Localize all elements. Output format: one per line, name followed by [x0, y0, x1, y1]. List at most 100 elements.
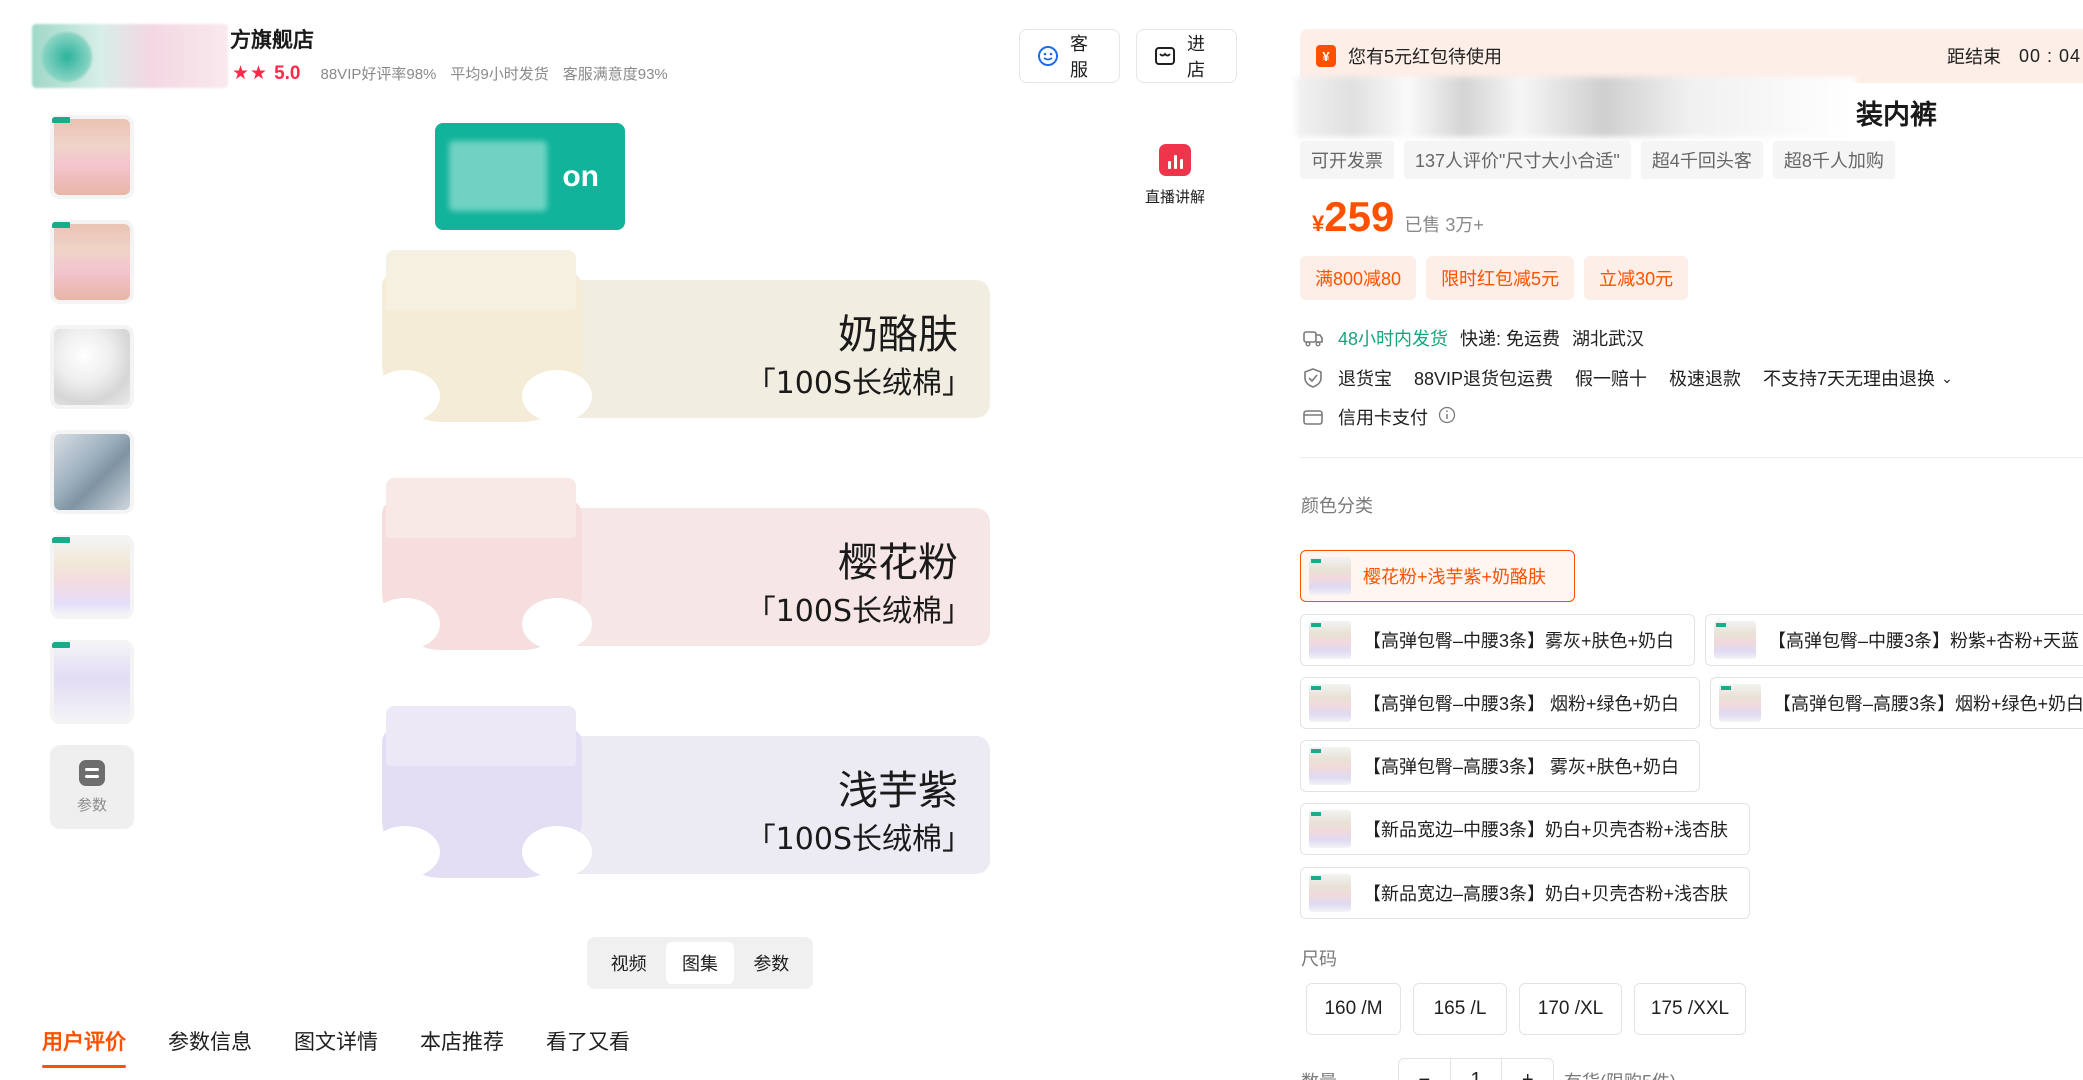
garment-image: [370, 706, 600, 896]
coupon-text: 您有5元红包待使用: [1348, 47, 1503, 67]
thumbnail-5[interactable]: [50, 535, 134, 619]
credit-card-payment: 信用卡支付: [1338, 408, 1428, 428]
promo-red-packet[interactable]: 限时红包减5元: [1426, 256, 1575, 300]
quantity-decrease-button[interactable]: −: [1399, 1059, 1451, 1080]
product-highlight-pills: 可开发票 137人评价"尺寸大小合适" 超4千回头客 超8千人加购: [1300, 141, 1895, 179]
thumbnail-1[interactable]: [50, 115, 134, 199]
variant-material: 「100S长绒棉」: [745, 594, 972, 629]
shop-rating-row: ★★ 5.0 88VIP好评率98% 平均9小时发货 客服满意度93%: [232, 62, 682, 85]
customer-service-button[interactable]: 客服: [1019, 29, 1120, 83]
tab-store-recommend[interactable]: 本店推荐: [420, 1026, 504, 1068]
truck-icon: [1302, 327, 1324, 349]
shipping-row: 48小时内发货 快递: 免运费 湖北武汉: [1302, 325, 1666, 351]
variant-material: 「100S长绒棉」: [745, 366, 972, 401]
sku-option-label: 【高弹包臀–高腰3条】 雾灰+肤色+奶白: [1363, 757, 1680, 777]
sku-option-1[interactable]: 樱花粉+浅芋紫+奶酪肤: [1300, 550, 1575, 602]
enter-store-label: 进店: [1187, 34, 1205, 80]
ship-within-48h: 48小时内发货: [1338, 329, 1449, 349]
ship-origin: 湖北武汉: [1572, 329, 1645, 349]
size-option-xl[interactable]: 170 /XL: [1519, 983, 1622, 1035]
chevron-down-icon: ⌄: [1941, 369, 1953, 386]
promotion-tags: 满800减80 限时红包减5元 立减30元: [1300, 256, 1689, 300]
thumbnail-params-button[interactable]: 参数: [50, 745, 134, 829]
sku-option-8[interactable]: 【新品宽边–高腰3条】奶白+贝壳杏粉+浅杏肤: [1300, 867, 1750, 919]
shop-logo[interactable]: [32, 24, 228, 88]
sku-thumbnail: [1714, 621, 1756, 659]
sku-option-label: 【高弹包臀–高腰3条】烟粉+绿色+奶白: [1773, 694, 2083, 714]
sku-thumbnail: [1309, 810, 1351, 848]
tab-params[interactable]: 参数信息: [168, 1026, 252, 1068]
quantity-increase-button[interactable]: +: [1502, 1059, 1553, 1080]
price-value: 259: [1324, 193, 1395, 240]
toggle-video[interactable]: 视频: [595, 942, 663, 984]
service-satisfaction: 客服满意度93%: [562, 66, 668, 83]
product-title-blurred: [1296, 77, 1856, 137]
promo-full-reduction[interactable]: 满800减80: [1300, 256, 1417, 300]
store-icon: [1153, 44, 1177, 68]
shield-icon: [1302, 367, 1324, 389]
live-explain-label: 直播讲解: [1144, 189, 1205, 206]
pill-repeat-customers[interactable]: 超4千回头客: [1640, 141, 1763, 179]
sku-option-3[interactable]: 【高弹包臀–中腰3条】粉紫+杏粉+天蓝: [1705, 614, 2083, 666]
size-option-m[interactable]: 160 /M: [1306, 983, 1401, 1035]
size-option-l[interactable]: 165 /L: [1413, 983, 1507, 1035]
product-title: 装内裤: [1856, 100, 1937, 130]
chat-face-icon: [1036, 44, 1060, 68]
guarantee-return-insurance: 退货宝: [1338, 369, 1392, 389]
sku-option-4[interactable]: 【高弹包臀–中腰3条】 烟粉+绿色+奶白: [1300, 677, 1700, 729]
quantity-input[interactable]: 1: [1451, 1059, 1503, 1080]
pill-invoice[interactable]: 可开发票: [1300, 141, 1394, 179]
live-explain-button[interactable]: 直播讲解: [1130, 144, 1220, 207]
shop-name[interactable]: 方旗舰店: [230, 24, 314, 54]
credit-card-row: 信用卡支付: [1302, 404, 1456, 430]
thumbnail-6[interactable]: [50, 640, 134, 724]
sku-option-2[interactable]: 【高弹包臀–中腰3条】雾灰+肤色+奶白: [1300, 614, 1695, 666]
thumbnail-3[interactable]: [50, 325, 134, 409]
guarantee-row[interactable]: 退货宝 88VIP退货包运费 假一赔十 极速退款 不支持7天无理由退换 ⌄: [1302, 365, 1953, 391]
tab-also-viewed[interactable]: 看了又看: [546, 1026, 630, 1068]
guarantee-no-7day-return: 不支持7天无理由退换: [1763, 369, 1936, 389]
sku-option-7[interactable]: 【新品宽边–中腰3条】奶白+贝壳杏粉+浅杏肤: [1300, 803, 1750, 855]
rating-stars-icon: ★★: [232, 63, 269, 84]
live-chart-icon: [1159, 144, 1191, 176]
sku-thumbnail: [1309, 684, 1351, 722]
pill-review-summary[interactable]: 137人评价"尺寸大小合适": [1404, 141, 1631, 179]
sku-option-label: 【高弹包臀–中腰3条】雾灰+肤色+奶白: [1363, 631, 1675, 651]
brand-text: on: [562, 159, 599, 193]
promo-instant-discount[interactable]: 立减30元: [1584, 256, 1689, 300]
ship-time: 平均9小时发货: [450, 66, 549, 83]
guarantee-fast-refund: 极速退款: [1669, 369, 1742, 389]
quantity-stepper: − 1 +: [1398, 1058, 1554, 1080]
variant-name: 奶酪肤: [838, 312, 958, 358]
tab-reviews[interactable]: 用户评价: [42, 1026, 126, 1068]
size-section-label: 尺码: [1301, 949, 1337, 969]
info-icon[interactable]: [1438, 406, 1456, 429]
toggle-gallery[interactable]: 图集: [665, 942, 734, 984]
price-row: ¥ 259 已售 3万+: [1312, 193, 1484, 241]
sku-option-6[interactable]: 【高弹包臀–高腰3条】 雾灰+肤色+奶白: [1300, 740, 1700, 792]
garment-image: [370, 478, 600, 668]
sku-thumbnail: [1309, 747, 1351, 785]
pill-cart-adds[interactable]: 超8千人加购: [1772, 141, 1895, 179]
countdown: 距结束 00 : 04: [1947, 29, 2081, 83]
sku-option-5[interactable]: 【高弹包臀–高腰3条】烟粉+绿色+奶白: [1710, 677, 2083, 729]
media-view-toggle: 视频 图集 参数: [587, 937, 813, 989]
sku-option-label: 【新品宽边–中腰3条】奶白+贝壳杏粉+浅杏肤: [1363, 820, 1729, 840]
variant-panel-2: 樱花粉 「100S长绒棉」: [360, 458, 1000, 658]
sku-option-label: 【高弹包臀–中腰3条】 烟粉+绿色+奶白: [1363, 694, 1680, 714]
express-free: 快递: 免运费: [1460, 329, 1561, 349]
thumbnail-4[interactable]: [50, 430, 134, 514]
enter-store-button[interactable]: 进店: [1136, 29, 1237, 83]
credit-card-icon: [1302, 406, 1324, 428]
main-product-image[interactable]: on 奶酪肤 「100S长绒棉」 樱花粉 「100S长绒棉」 浅芋紫 「100S…: [360, 120, 1000, 900]
red-packet-icon: ¥: [1316, 45, 1336, 67]
guarantee-fake-pay-ten: 假一赔十: [1575, 369, 1648, 389]
brand-badge: on: [435, 123, 625, 230]
tab-details[interactable]: 图文详情: [294, 1026, 378, 1068]
sku-thumbnail: [1719, 684, 1761, 722]
thumbnail-2[interactable]: [50, 220, 134, 304]
variant-name: 樱花粉: [838, 540, 958, 586]
size-option-xxl[interactable]: 175 /XXL: [1634, 983, 1746, 1035]
toggle-params[interactable]: 参数: [737, 942, 805, 984]
sku-thumbnail: [1309, 621, 1351, 659]
